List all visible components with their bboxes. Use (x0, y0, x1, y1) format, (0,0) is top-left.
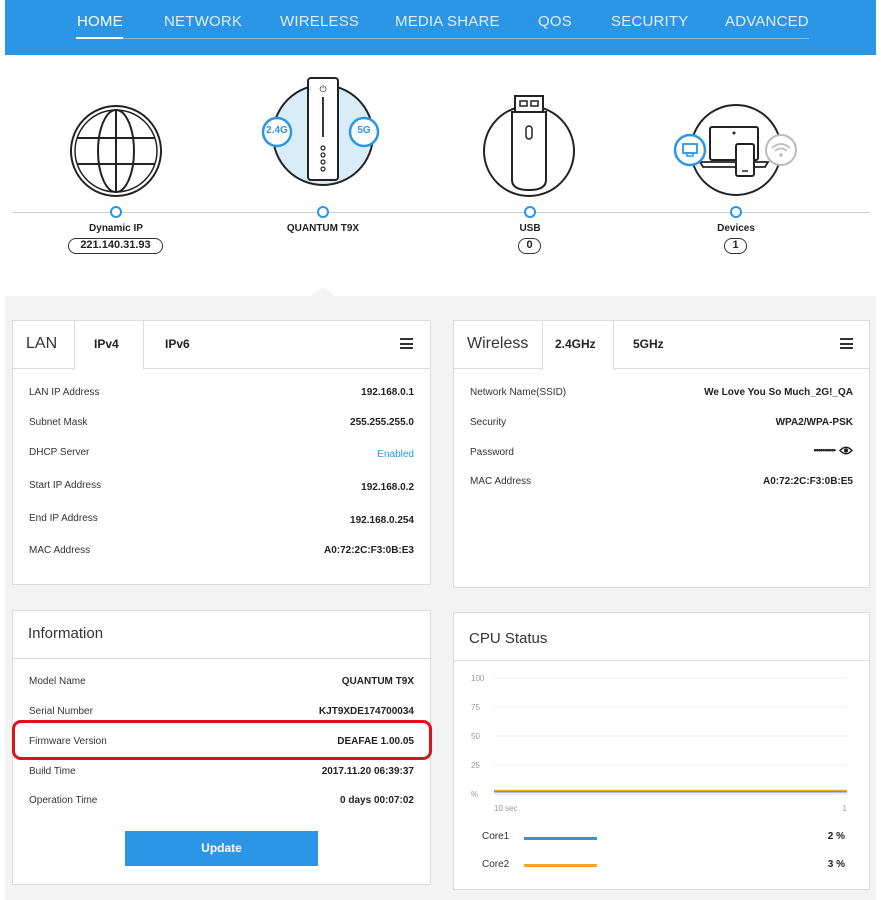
usb-icon[interactable] (480, 94, 578, 200)
band-5g-label: 5G (357, 125, 371, 136)
lan-card: LAN IPv4 IPv6 LAN IP Address 192.168.0.1… (12, 320, 431, 585)
nav-wireless[interactable]: WIRELESS (280, 13, 359, 30)
firmware-highlight-box (12, 720, 432, 760)
info-row-label: Model Name (29, 676, 86, 687)
top-nav: HOME NETWORK WIRELESS MEDIA SHARE QOS SE… (5, 0, 876, 55)
core2-label: Core2 (482, 859, 510, 870)
wireless-row-label: Password (470, 447, 514, 458)
nav-qos[interactable]: QOS (538, 13, 572, 30)
internet-node-dot (110, 206, 122, 218)
info-row-label: Build Time (29, 766, 76, 777)
usb-label: USB (519, 223, 541, 234)
core1-legend-swatch (524, 837, 597, 840)
y-tick-label: 100 (471, 674, 485, 683)
nav-home[interactable]: HOME (77, 13, 123, 30)
lan-row-label: Subnet Mask (29, 417, 88, 428)
cpu-line-chart: 100 75 50 25% 10 sec 1 (471, 674, 848, 813)
wan-ip-badge: 221.140.31.93 (68, 238, 163, 254)
lan-row-value: A0:72:2C:F3:0B:E3 (323, 545, 414, 556)
tab-24ghz[interactable]: 2.4GHz (555, 337, 596, 351)
usb-node-dot (524, 206, 536, 218)
devices-label: Devices (717, 223, 755, 234)
eye-icon[interactable] (839, 445, 853, 456)
lan-row-label: LAN IP Address (29, 387, 100, 398)
router-node-dot (317, 206, 329, 218)
information-title: Information (28, 625, 104, 642)
y-tick-label: 25 (471, 761, 480, 770)
nav-divider (123, 38, 809, 39)
y-tick-label: % (471, 790, 478, 799)
core1-label: Core1 (482, 831, 510, 842)
nav-active-underline (76, 37, 123, 39)
information-divider (13, 658, 430, 659)
password-masked: •••••••••• (813, 445, 835, 455)
band-24g-label: 2.4G (266, 125, 288, 136)
lan-row-value: 192.168.0.1 (361, 387, 414, 398)
info-row-label: Operation Time (29, 795, 98, 806)
devices-count-badge: 1 (724, 238, 747, 254)
info-row-value: KJT9XDE174700034 (318, 706, 414, 717)
internet-label: Dynamic IP (89, 223, 143, 234)
lan-row-label: MAC Address (29, 545, 91, 556)
cpu-status-title: CPU Status (469, 630, 548, 647)
core2-value: 3 % (827, 859, 845, 870)
core2-legend-swatch (524, 864, 597, 867)
lan-row-value: 192.168.0.254 (350, 515, 414, 526)
lan-row-label: DHCP Server (29, 447, 90, 458)
wireless-tab-bar: Wireless 2.4GHz 5GHz (454, 321, 869, 370)
wireless-title: Wireless (467, 335, 529, 352)
lan-title: LAN (26, 335, 58, 352)
devices-node-dot (730, 206, 742, 218)
wireless-row-label: Security (470, 417, 507, 428)
dhcp-status-link[interactable]: Enabled (377, 449, 414, 460)
router-dashboard: HOME NETWORK WIRELESS MEDIA SHARE QOS SE… (0, 0, 881, 900)
wireless-row-value: WPA2/WPA-PSK (775, 417, 853, 428)
info-row-value: 0 days 00:07:02 (340, 795, 414, 806)
x-tick-label: 10 sec (494, 804, 518, 813)
tab-ipv4[interactable]: IPv4 (94, 337, 119, 351)
lan-row-value: 192.168.0.2 (361, 482, 414, 493)
svg-text:⏻: ⏻ (319, 84, 326, 95)
cpu-status-card: CPU Status 100 75 50 25% 10 sec 1 Core1 2 % C… (453, 612, 870, 890)
tab-ipv6[interactable]: IPv6 (165, 337, 190, 351)
wireless-card: Wireless 2.4GHz 5GHz Network Name(SSID) … (453, 320, 870, 588)
nav-network[interactable]: NETWORK (164, 13, 242, 30)
y-tick-label: 50 (471, 732, 480, 741)
lan-tab-bar: LAN IPv4 IPv6 (13, 321, 430, 370)
selection-notch (310, 287, 336, 297)
usb-count-badge: 0 (518, 238, 541, 254)
devices-icon[interactable] (670, 100, 802, 200)
nav-advanced[interactable]: ADVANCED (725, 13, 809, 30)
y-tick-label: 75 (471, 703, 480, 712)
tab-5ghz[interactable]: 5GHz (633, 337, 664, 351)
lan-row-value: 255.255.255.0 (350, 417, 414, 428)
info-row-label: Serial Number (29, 706, 93, 717)
wireless-row-value: A0:72:2C:F3:0B:E5 (762, 476, 853, 487)
nav-media-share[interactable]: MEDIA SHARE (395, 13, 500, 30)
wireless-row-label: MAC Address (470, 476, 532, 487)
nav-security[interactable]: SECURITY (611, 13, 688, 30)
lan-row-label: End IP Address (29, 513, 98, 524)
info-row-value: 2017.11.20 06:39:37 (321, 766, 414, 777)
wireless-menu-icon[interactable] (840, 338, 853, 349)
wireless-row-label: Network Name(SSID) (470, 387, 567, 398)
router-label: QUANTUM T9X (286, 223, 360, 234)
update-button[interactable]: Update (125, 831, 318, 866)
wireless-row-value: We Love You So Much_2G!_QA (704, 387, 853, 398)
globe-icon[interactable] (68, 103, 164, 199)
lan-row-label: Start IP Address (29, 480, 102, 491)
lan-menu-icon[interactable] (400, 338, 413, 349)
x-tick-label: 1 (843, 804, 848, 813)
core1-value: 2 % (827, 831, 845, 842)
info-row-value: QUANTUM T9X (341, 676, 414, 687)
